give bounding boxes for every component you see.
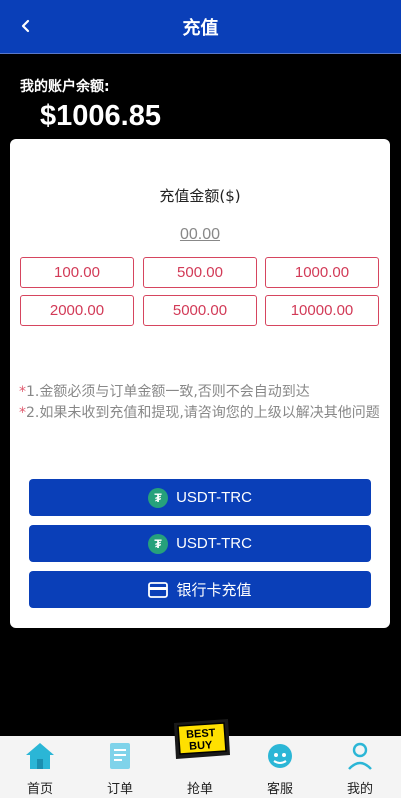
- balance-label: 我的账户余额:: [20, 79, 110, 95]
- note-2: *2.如果未收到充值和提现,请咨询您的上级以解决其他问题: [19, 405, 380, 421]
- headset-icon: [263, 740, 297, 772]
- bank-card-button[interactable]: 银行卡充值: [29, 571, 371, 608]
- usdt-trc-button-1[interactable]: ₮ USDT-TRC: [29, 479, 371, 516]
- page-title: 充值: [182, 17, 219, 39]
- header-bar: 充值: [0, 0, 401, 54]
- tether-icon: ₮: [148, 487, 169, 508]
- card-icon: [148, 581, 169, 598]
- home-icon: [23, 740, 57, 772]
- best-buy-logo[interactable]: BEST BUY: [170, 717, 232, 761]
- preset-chip-1000[interactable]: 1000.00: [265, 257, 379, 288]
- tab-mine[interactable]: 我的: [320, 736, 400, 798]
- back-icon[interactable]: [14, 14, 38, 38]
- notes: *1.金额必须与订单金额一致,否则不会自动到达 *2.如果未收到充值和提现,请咨…: [19, 382, 381, 424]
- amount-title: 充值金额($): [159, 187, 241, 205]
- balance-value: $1006.85: [40, 100, 161, 132]
- amount-input[interactable]: [150, 223, 250, 247]
- tab-home[interactable]: 首页: [0, 736, 80, 798]
- user-icon: [343, 740, 377, 772]
- usdt-trc-button-2[interactable]: ₮ USDT-TRC: [29, 525, 371, 562]
- recharge-card: 充值金额($) 100.00 500.00 1000.00 2000.00 50…: [10, 139, 390, 628]
- tab-orders[interactable]: 订单: [80, 736, 160, 798]
- preset-chip-500[interactable]: 500.00: [143, 257, 257, 288]
- preset-chip-100[interactable]: 100.00: [20, 257, 134, 288]
- preset-chip-5000[interactable]: 5000.00: [143, 295, 257, 326]
- tab-service[interactable]: 客服: [240, 736, 320, 798]
- document-icon: [103, 740, 137, 772]
- svg-text:BUY: BUY: [189, 739, 214, 753]
- tether-icon: ₮: [148, 533, 169, 554]
- note-1: *1.金额必须与订单金额一致,否则不会自动到达: [19, 384, 310, 400]
- preset-chip-2000[interactable]: 2000.00: [20, 295, 134, 326]
- preset-chip-10000[interactable]: 10000.00: [265, 295, 379, 326]
